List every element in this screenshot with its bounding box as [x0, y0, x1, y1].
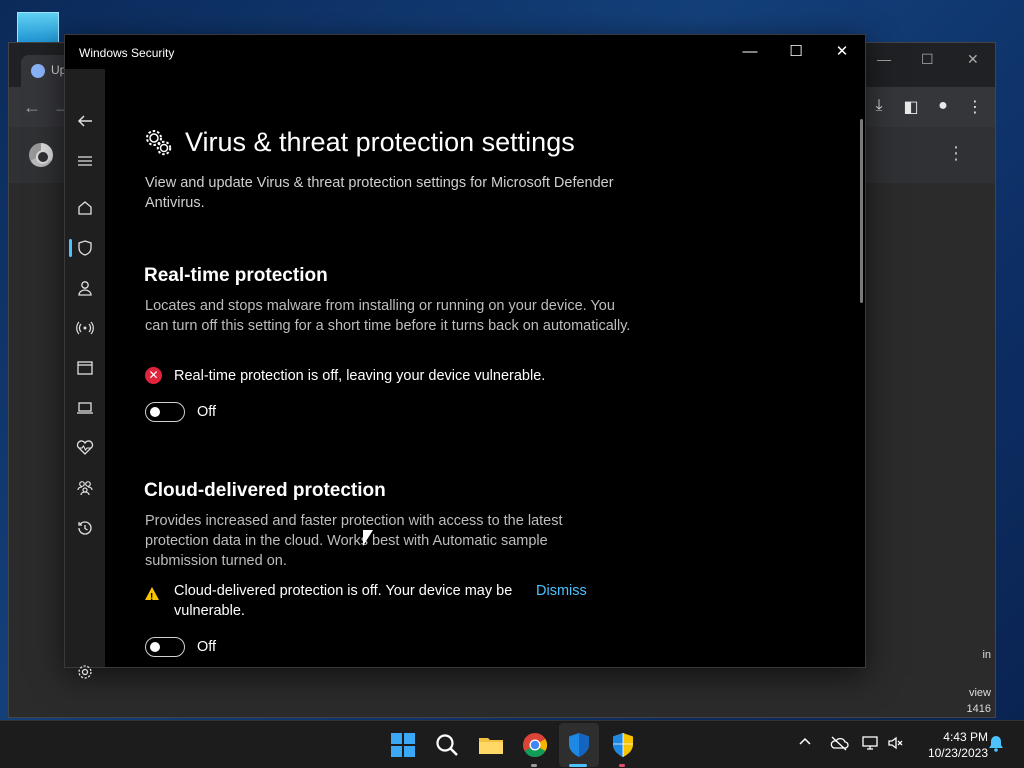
- browser-back-icon[interactable]: ←: [23, 97, 41, 118]
- cloud-protection-toggle[interactable]: [145, 637, 185, 657]
- cloud-protection-heading: Cloud-delivered protection: [144, 480, 386, 501]
- person-icon[interactable]: [75, 279, 95, 299]
- download-icon[interactable]: ⤓: [869, 97, 889, 117]
- onedrive-offline-icon[interactable]: [829, 735, 849, 755]
- realtime-status-message: ✕ Real-time protection is off, leaving y…: [145, 366, 605, 386]
- warning-icon: [145, 587, 159, 608]
- dismiss-link[interactable]: Dismiss: [536, 581, 587, 601]
- tab-favicon-icon: [31, 64, 45, 78]
- windows-security-window: Windows Security — ☐ ✕ Virus & threat pr…: [64, 34, 866, 679]
- background-text: 1416: [966, 703, 991, 715]
- browser-window-icon[interactable]: [75, 359, 95, 379]
- window-title: Windows Security: [79, 46, 175, 60]
- file-explorer-icon[interactable]: [477, 731, 505, 759]
- realtime-protection-toggle[interactable]: [145, 402, 185, 422]
- maximize-button[interactable]: ☐: [773, 41, 819, 65]
- realtime-status-text: Real-time protection is off, leaving you…: [174, 368, 546, 384]
- settings-content: Virus & threat protection settings View …: [105, 69, 865, 667]
- desktop-shortcut-icon[interactable]: [17, 12, 59, 46]
- clock-date: 10/23/2023: [927, 746, 988, 760]
- page-subtitle: View and update Virus & threat protectio…: [145, 175, 614, 211]
- uac-running-indicator: [619, 764, 625, 767]
- laptop-icon[interactable]: [75, 399, 95, 419]
- start-icon[interactable]: [389, 731, 417, 759]
- hamburger-icon[interactable]: [75, 152, 95, 172]
- browser-maximize-icon[interactable]: ☐: [921, 51, 934, 68]
- wifi-signal-icon[interactable]: [75, 319, 95, 339]
- realtime-protection-heading: Real-time protection: [144, 265, 328, 286]
- chrome-running-indicator: [531, 764, 537, 767]
- cloud-status-text: Cloud-delivered protection is off. Your …: [174, 583, 513, 619]
- realtime-toggle-label: Off: [197, 404, 217, 420]
- page-title: Virus & threat protection settings: [185, 127, 575, 157]
- heart-pulse-icon[interactable]: [75, 439, 95, 459]
- taskbar: 4:43 PM 10/23/2023: [0, 720, 1024, 768]
- search-icon[interactable]: [433, 731, 461, 759]
- chrome-logo-icon: [29, 143, 53, 167]
- volume-muted-icon[interactable]: [887, 735, 905, 755]
- browser-close-icon[interactable]: ✕: [967, 51, 979, 68]
- selected-indicator: [69, 239, 72, 257]
- cloud-toggle-label: Off: [197, 639, 217, 655]
- history-icon[interactable]: [75, 519, 95, 539]
- chrome-icon[interactable]: [521, 731, 549, 759]
- background-text: in: [982, 649, 991, 661]
- uac-shield-icon[interactable]: [609, 731, 637, 759]
- family-icon[interactable]: [75, 479, 95, 499]
- vertical-scrollbar[interactable]: [860, 119, 863, 303]
- page-menu-icon[interactable]: ⋮: [947, 143, 965, 164]
- notification-bell-icon[interactable]: [988, 734, 1004, 756]
- windows-security-icon[interactable]: [565, 731, 593, 759]
- toggle-knob: [150, 642, 160, 652]
- system-clock[interactable]: 4:43 PM 10/23/2023: [928, 729, 988, 761]
- browser-menu-icon[interactable]: ⋮: [965, 97, 985, 117]
- back-arrow-icon[interactable]: [75, 112, 95, 132]
- security-running-indicator: [569, 764, 587, 767]
- profile-icon[interactable]: ●: [933, 97, 953, 117]
- chevron-up-icon[interactable]: [798, 735, 812, 753]
- home-icon[interactable]: [75, 199, 95, 219]
- gears-title-icon: [146, 130, 172, 156]
- mouse-cursor-icon: [363, 530, 373, 546]
- toggle-knob: [150, 407, 160, 417]
- minimize-button[interactable]: —: [727, 41, 773, 65]
- realtime-protection-description: Locates and stops malware from installin…: [145, 298, 631, 334]
- side-panel-icon[interactable]: ◧: [901, 97, 921, 117]
- shield-icon[interactable]: [75, 239, 95, 259]
- browser-minimize-icon[interactable]: —: [877, 51, 891, 67]
- cloud-status-message: Cloud-delivered protection is off. Your …: [145, 581, 605, 621]
- clock-time: 4:43 PM: [943, 730, 988, 744]
- background-text: view: [968, 687, 991, 699]
- gear-icon[interactable]: [75, 663, 95, 683]
- network-icon[interactable]: [861, 735, 879, 755]
- navigation-sidebar: [65, 69, 105, 679]
- title-bar: Windows Security — ☐ ✕: [65, 35, 865, 69]
- error-icon: ✕: [145, 367, 162, 384]
- close-button[interactable]: ✕: [819, 41, 865, 65]
